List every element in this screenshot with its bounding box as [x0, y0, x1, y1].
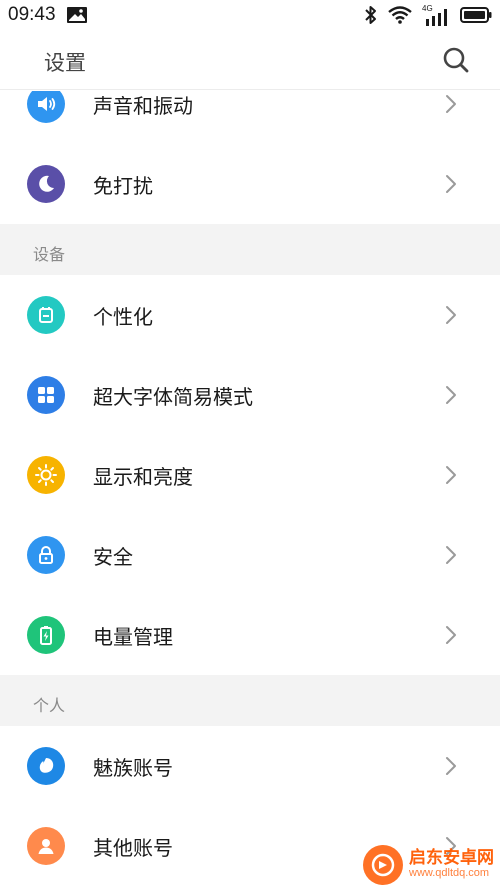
chevron-right-icon [444, 174, 458, 194]
section-header-personal: 个人 [0, 675, 500, 726]
settings-item-dnd[interactable]: 免打扰 [0, 144, 500, 224]
grid-icon [27, 376, 65, 414]
settings-item-meizu-account[interactable]: 魅族账号 [0, 726, 500, 806]
person-icon [27, 827, 65, 865]
section-header-device: 设备 [0, 224, 500, 275]
image-notification-icon [66, 6, 88, 28]
chevron-right-icon [444, 465, 458, 485]
speaker-icon [27, 91, 65, 123]
cellular-signal-icon: 4G [422, 4, 450, 27]
watermark-title: 启东安卓网 [409, 848, 494, 869]
page-title: 设置 [44, 51, 86, 75]
settings-list[interactable]: 声音和振动 免打扰 设备 个性化 超大字体简易模式 显示和亮度 安全 电量管理 … [0, 91, 500, 889]
app-header: 设置 [0, 32, 500, 90]
watermark-url: www.qdltdq.com [409, 867, 490, 880]
battery-charge-icon [27, 616, 65, 654]
battery-icon [460, 6, 492, 28]
settings-item-label: 免打扰 [93, 174, 153, 198]
settings-item-label: 显示和亮度 [93, 465, 193, 489]
status-time: 09:43 [8, 4, 56, 25]
chevron-right-icon [444, 625, 458, 645]
settings-item-sound[interactable]: 声音和振动 [0, 91, 500, 144]
chevron-right-icon [444, 305, 458, 325]
bluetooth-icon [364, 5, 378, 29]
search-icon[interactable] [442, 46, 470, 74]
settings-item-label: 电量管理 [93, 625, 173, 649]
settings-item-large-font[interactable]: 超大字体简易模式 [0, 355, 500, 435]
settings-item-label: 声音和振动 [93, 94, 193, 118]
personalize-icon [27, 296, 65, 334]
chevron-right-icon [444, 385, 458, 405]
settings-item-label: 个性化 [93, 305, 153, 329]
chevron-right-icon [444, 94, 458, 114]
watermark: 启东安卓网 www.qdltdq.com [363, 845, 494, 885]
meizu-account-icon [27, 747, 65, 785]
settings-item-security[interactable]: 安全 [0, 515, 500, 595]
section-label: 个人 [33, 696, 66, 715]
status-icons: 4G [364, 4, 492, 29]
settings-item-battery[interactable]: 电量管理 [0, 595, 500, 675]
chevron-right-icon [444, 756, 458, 776]
settings-item-personalize[interactable]: 个性化 [0, 275, 500, 355]
settings-item-label: 魅族账号 [93, 756, 173, 780]
wifi-icon [388, 6, 412, 28]
moon-icon [27, 165, 65, 203]
status-bar: 09:43 4G [0, 0, 500, 32]
settings-item-display[interactable]: 显示和亮度 [0, 435, 500, 515]
settings-item-label: 其他账号 [93, 836, 173, 860]
section-label: 设备 [33, 245, 66, 264]
sun-icon [27, 456, 65, 494]
chevron-right-icon [444, 545, 458, 565]
watermark-text: 启东安卓网 www.qdltdq.com [409, 848, 494, 880]
lock-icon [27, 536, 65, 574]
settings-item-label: 安全 [93, 545, 133, 569]
settings-item-label: 超大字体简易模式 [93, 385, 253, 409]
watermark-logo-icon [363, 845, 403, 885]
